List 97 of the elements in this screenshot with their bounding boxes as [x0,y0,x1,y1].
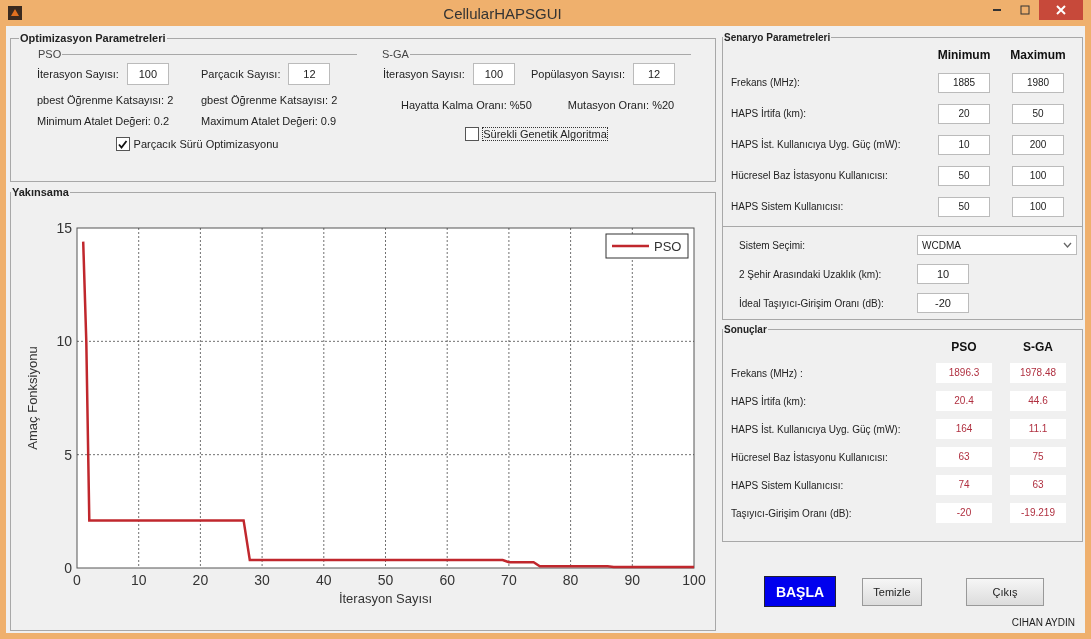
panel-title: Optimizasyon Parametreleri [19,32,167,44]
x-tick-label: 90 [624,572,641,588]
result-label: Hücresel Baz İstasyonu Kullanıcısı: [731,451,889,463]
parameter-text: gbest Öğrenme Katsayısı: 2 [201,94,339,106]
x-axis-label: İterasyon Sayısı [338,591,433,606]
x-tick-label: 50 [377,572,394,588]
result-label: Frekans (MHz) : [731,367,804,379]
x-tick-label: 100 [682,572,706,588]
maximize-icon [1020,5,1030,15]
panel-title: Sonuçlar [723,324,768,335]
action-button[interactable]: Temizle [862,577,922,606]
result-label: HAPS İst. Kullanıcıya Uyg. Güç (mW): [731,423,902,435]
field-label: Hücresel Baz İstasyonu Kullanıcısı: [731,170,889,181]
result-value: -20 [936,503,992,523]
input-field[interactable]: 50 [938,196,990,217]
result-value: 20.4 [936,391,992,411]
input-field[interactable]: -20 [917,293,969,313]
result-label: HAPS Sistem Kullanıcısı: [731,479,845,491]
result-value: 63 [1010,475,1066,495]
column-header: PSO [950,340,978,354]
panel-title: Yakınsama [11,186,70,198]
input-field[interactable]: 1980 [1012,72,1064,93]
minimize-icon [993,9,1001,11]
field-label: HAPS İst. Kullanıcıya Uyg. Güç (mW): [731,139,902,150]
result-value: 63 [936,447,992,467]
result-value: 74 [936,475,992,495]
result-value: 11.1 [1010,419,1066,439]
result-label: HAPS İrtifa (km): [731,395,807,407]
window-title: CellularHAPSGUI [442,4,563,22]
input-field[interactable]: 100 [1012,165,1064,186]
input-field[interactable]: 100 [126,63,169,85]
input-field[interactable]: 12 [633,63,676,85]
result-value: -19.219 [1010,503,1066,523]
result-value: 75 [1010,447,1066,467]
field-label: İdeal Taşıyıcı-Girişim Oranı (dB): [739,297,885,309]
input-field[interactable]: 10 [938,134,990,155]
x-tick-label: 10 [130,572,147,588]
field-label: 2 Şehir Arasındaki Uzaklık (km): [739,268,883,280]
x-tick-label: 30 [254,572,270,588]
input-field[interactable]: 50 [1012,103,1064,124]
y-tick-label: 0 [64,560,72,576]
field-label: Parçacık Sayısı: [201,68,281,80]
close-icon [1056,5,1066,15]
chart-legend: PSO [605,233,689,259]
caret-icon [1063,242,1072,248]
field-label: İterasyon Sayısı: [383,68,465,80]
y-tick-label: 15 [56,220,72,236]
checkbox-label: Sürekli Genetik Algoritma [483,128,607,140]
group-title: S-GA [381,48,410,60]
result-value: 44.6 [1010,391,1066,411]
x-tick-label: 20 [192,572,209,588]
field-label: Frekans (MHz): [731,77,801,88]
x-tick-label: 60 [439,572,455,588]
input-field[interactable]: 1885 [938,72,990,93]
input-field[interactable]: 10 [917,264,969,284]
system-dropdown[interactable]: WCDMA [917,235,1077,255]
field-label: Sistem Seçimi: [739,239,807,251]
field-label: İterasyon Sayısı: [37,68,119,80]
result-label: Taşıyıcı-Girişim Oranı (dB): [731,507,853,519]
group-title: PSO [37,48,63,60]
input-field[interactable]: 200 [1012,134,1064,155]
input-field[interactable]: 20 [938,103,990,124]
field-label: HAPS Sistem Kullanıcısı: [731,201,845,212]
parameter-text: Maximum Atalet Değeri: 0.9 [201,115,338,127]
checkbox[interactable] [465,127,480,141]
close-button[interactable] [1039,0,1083,20]
legend-label: PSO [654,239,682,254]
parameter-text: pbest Öğrenme Katsayısı: 2 [37,94,175,106]
action-button[interactable]: Çıkış [966,577,1044,606]
input-field[interactable]: 100 [472,63,515,85]
checkbox[interactable] [115,137,130,151]
x-tick-label: 0 [73,572,81,588]
field-label: HAPS İrtifa (km): [731,108,807,119]
y-tick-label: 5 [64,446,72,463]
result-value: 164 [936,419,992,439]
x-tick-label: 80 [562,572,579,588]
result-value: 1896.3 [936,363,992,383]
start-button[interactable]: BAŞLA [764,576,836,607]
column-header: Minimum [936,48,992,62]
column-header: S-GA [1022,340,1054,354]
column-header: Maximum [1009,48,1067,62]
app-icon [8,6,22,20]
parameter-text: Minimum Atalet Değeri: 0.2 [37,115,171,127]
checkbox-label: Parçacık Sürü Optimizasyonu [133,138,279,150]
x-tick-label: 70 [501,572,517,588]
author-text: CIHAN AYDIN [1011,617,1075,628]
field-label: Popülasyon Sayısı: [530,68,626,80]
y-tick-label: 10 [56,333,72,350]
input-field[interactable]: 50 [938,165,990,186]
input-field[interactable]: 100 [1012,196,1064,217]
parameter-text: Mutasyon Oranı: %20 [567,99,675,111]
parameter-text: Hayatta Kalma Oranı: %50 [401,99,532,111]
result-value: 1978.48 [1010,363,1066,383]
x-tick-label: 40 [316,572,332,588]
panel-title: Senaryo Parametreleri [723,32,832,43]
y-axis-label: Amaç Fonksiyonu [25,346,40,450]
input-field[interactable]: 12 [288,63,331,85]
